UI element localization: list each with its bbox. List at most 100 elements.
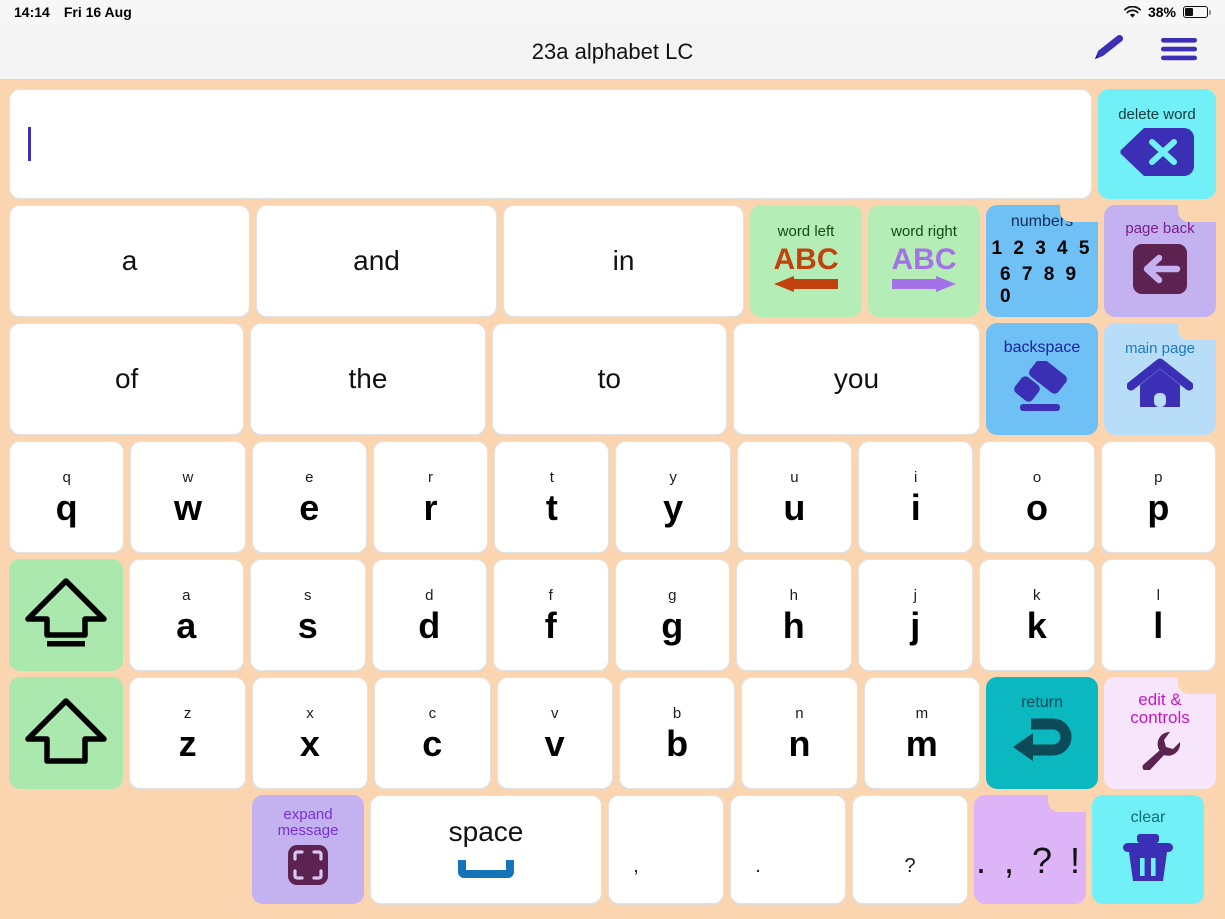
backspace-x-icon <box>1118 126 1196 183</box>
key-h[interactable]: h h <box>736 559 852 671</box>
caps-lock-key[interactable] <box>9 559 123 671</box>
word-suggestion[interactable]: and <box>256 205 497 317</box>
key-g[interactable]: g g <box>614 559 730 671</box>
key-k[interactable]: k k <box>979 559 1095 671</box>
keyboard-row-1: q q w w e e r r t t y y u u i i o o p p <box>6 438 1219 556</box>
key-big-label: d <box>418 604 441 646</box>
key-small-label: q <box>62 468 71 486</box>
shift-key[interactable] <box>9 677 124 789</box>
key-t[interactable]: t t <box>494 441 610 553</box>
prediction-row-2: of the to you backspace main page <box>6 320 1219 438</box>
key-small-label: j <box>913 586 917 604</box>
key-small-label: o <box>1032 468 1042 486</box>
trash-icon <box>1120 832 1176 889</box>
spacebar-icon <box>456 858 516 883</box>
word-left-button[interactable]: word left ABC <box>750 205 862 317</box>
page-back-button[interactable]: page back <box>1104 205 1216 317</box>
key-big-label: t <box>545 486 558 528</box>
key-small-label: r <box>428 468 434 486</box>
return-button[interactable]: return <box>986 677 1098 789</box>
status-time: 14:14 <box>14 4 50 20</box>
key-small-label: p <box>1154 468 1163 486</box>
key-big-label: l <box>1153 604 1164 646</box>
caps-lock-arrow-icon <box>23 575 109 656</box>
word-suggestion[interactable]: you <box>732 323 980 435</box>
message-input[interactable] <box>9 89 1092 199</box>
word-suggestion[interactable]: to <box>491 323 727 435</box>
comma-key[interactable]: , <box>608 795 724 904</box>
key-big-label: j <box>910 604 921 646</box>
word-label: you <box>833 363 880 394</box>
word-left-label: word left <box>777 222 835 240</box>
key-big-label: q <box>55 486 78 528</box>
key-small-label: e <box>305 468 314 486</box>
key-m[interactable]: m m <box>863 677 980 789</box>
word-suggestion[interactable]: of <box>9 323 245 435</box>
clear-button[interactable]: clear <box>1092 795 1204 904</box>
backspace-button[interactable]: backspace <box>985 323 1098 435</box>
key-small-label: v <box>550 704 559 722</box>
key-s[interactable]: s s <box>250 559 366 671</box>
key-r[interactable]: r r <box>372 441 489 553</box>
arrow-left-icon <box>1131 242 1189 301</box>
delete-word-label: delete word <box>1118 105 1196 123</box>
key-small-label: s <box>304 586 312 604</box>
key-u[interactable]: u u <box>736 441 853 553</box>
key-big-label: k <box>1026 604 1047 646</box>
key-big-label: x <box>299 722 320 764</box>
key-w[interactable]: w w <box>130 441 246 553</box>
key-q[interactable]: q q <box>9 441 125 553</box>
key-x[interactable]: x x <box>251 677 369 789</box>
period-key[interactable]: . <box>730 795 846 904</box>
numbers-folder-button[interactable]: numbers 1 2 3 4 5 6 7 8 9 0 <box>986 205 1098 317</box>
key-big-label: g <box>661 604 684 646</box>
key-e[interactable]: e e <box>251 441 367 553</box>
bottom-row: expand message space , . ? . , ? ! clear <box>6 792 1219 907</box>
word-label: the <box>348 363 388 394</box>
key-v[interactable]: v v <box>496 677 613 789</box>
key-small-label: x <box>306 704 314 722</box>
edit-controls-button[interactable]: edit & controls <box>1104 677 1216 789</box>
clear-label: clear <box>1130 809 1166 827</box>
key-o[interactable]: o o <box>979 441 1095 553</box>
key-n[interactable]: n n <box>741 677 858 789</box>
key-j[interactable]: j j <box>857 559 973 671</box>
word-suggestion[interactable]: the <box>250 323 486 435</box>
key-a[interactable]: a a <box>128 559 244 671</box>
abc-glyph: ABC <box>891 243 957 277</box>
numbers-line-1: 1 2 3 4 5 <box>991 237 1093 259</box>
key-big-label: a <box>176 604 197 646</box>
key-y[interactable]: y y <box>615 441 731 553</box>
key-big-label: z <box>178 722 197 764</box>
key-c[interactable]: c c <box>374 677 491 789</box>
delete-word-button[interactable]: delete word <box>1098 89 1216 199</box>
wifi-icon <box>1123 5 1141 19</box>
expand-icon <box>286 843 330 892</box>
key-z[interactable]: z z <box>129 677 246 789</box>
key-small-label: u <box>790 468 799 486</box>
status-bar: 14:14 Fri 16 Aug 38% <box>0 0 1225 24</box>
key-p[interactable]: p p <box>1100 441 1216 553</box>
word-right-button[interactable]: word right ABC <box>868 205 980 317</box>
prediction-row-1: a and in word left ABC word right ABC nu… <box>6 202 1219 320</box>
space-key[interactable]: space <box>370 795 602 904</box>
hamburger-menu-icon[interactable] <box>1159 35 1199 68</box>
key-d[interactable]: d d <box>371 559 487 671</box>
arrow-left-icon <box>772 275 840 298</box>
main-page-button[interactable]: main page <box>1103 323 1216 435</box>
word-suggestion[interactable]: a <box>9 205 250 317</box>
word-suggestion[interactable]: in <box>503 205 744 317</box>
edit-controls-label-2: controls <box>1130 708 1190 727</box>
key-i[interactable]: i i <box>858 441 974 553</box>
battery-percent: 38% <box>1147 4 1176 20</box>
key-f[interactable]: f f <box>493 559 609 671</box>
question-key[interactable]: ? <box>852 795 968 904</box>
key-b[interactable]: b b <box>618 677 736 789</box>
battery-icon <box>1183 6 1211 18</box>
pencil-icon[interactable] <box>1087 33 1129 70</box>
key-l[interactable]: l l <box>1100 559 1216 671</box>
key-small-label: w <box>182 468 194 486</box>
punctuation-folder-button[interactable]: . , ? ! <box>974 795 1086 904</box>
wrench-icon <box>1137 730 1183 775</box>
expand-message-button[interactable]: expand message <box>252 795 364 904</box>
